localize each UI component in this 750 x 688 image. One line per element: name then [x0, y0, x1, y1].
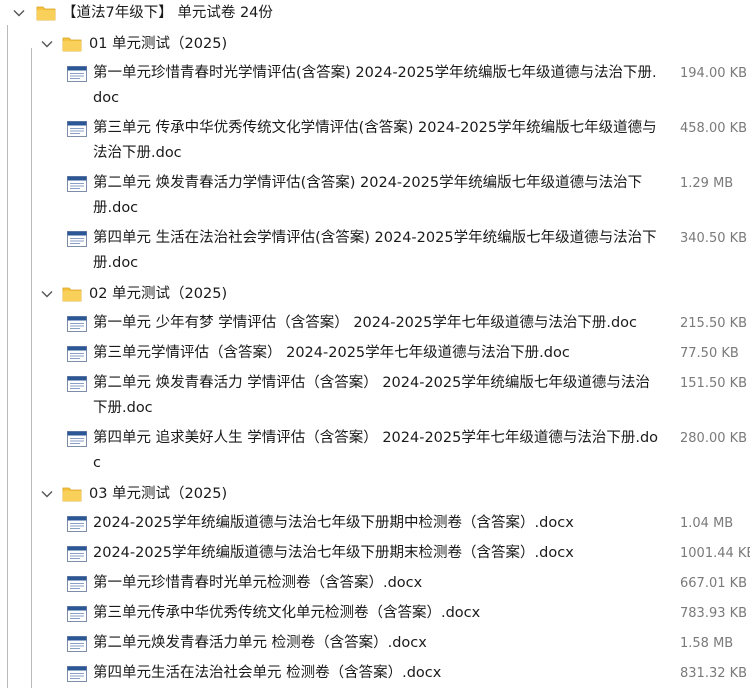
- word-document-icon: [67, 376, 87, 392]
- word-document-icon: [67, 316, 87, 332]
- file-name: 第四单元生活在法治社会单元 检测卷（含答案）.docx: [93, 665, 442, 681]
- word-document-icon: [67, 431, 87, 447]
- file-size: 831.32 KB: [680, 666, 748, 681]
- file-name: 第二单元 焕发青春活力学情评估(含答案) 2024-2025学年统编版七年级道德…: [93, 175, 643, 216]
- root-folder-row[interactable]: 【道法7年级下】 单元试卷 24份: [0, 0, 750, 27]
- word-document-icon: [67, 636, 87, 652]
- file-name: 第三单元 传承中华优秀传统文化学情评估(含答案) 2024-2025学年统编版七…: [93, 120, 657, 161]
- file-size: 458.00 KB: [680, 121, 748, 136]
- file-size: 151.50 KB: [680, 376, 748, 391]
- file-size: 215.50 KB: [680, 316, 748, 331]
- folder-row[interactable]: 03 单元测试（2025): [0, 481, 750, 508]
- file-name: 2024-2025学年统编版道德与法治七年级下册期中检测卷（含答案）.docx: [93, 515, 574, 531]
- chevron-down-icon[interactable]: [40, 287, 54, 301]
- file-row[interactable]: 第二单元 焕发青春活力 学情评估（含答案） 2024-2025学年统编版七年级道…: [0, 371, 750, 421]
- file-row[interactable]: 第三单元学情评估（含答案） 2024-2025学年七年级道德与法治下册.doc …: [0, 341, 750, 368]
- file-name: 第三单元学情评估（含答案） 2024-2025学年七年级道德与法治下册.doc: [93, 345, 570, 361]
- file-name: 2024-2025学年统编版道德与法治七年级下册期末检测卷（含答案）.docx: [93, 545, 574, 561]
- folder-icon: [36, 6, 56, 21]
- file-size: 194.00 KB: [680, 66, 748, 81]
- root-folder-label: 【道法7年级下】 单元试卷 24份: [62, 5, 273, 21]
- file-name: 第一单元珍惜青春时光单元检测卷（含答案）.docx: [93, 575, 423, 591]
- file-size: 667.01 KB: [680, 576, 748, 591]
- word-document-icon: [67, 576, 87, 592]
- file-row[interactable]: 第三单元传承中华优秀传统文化单元检测卷（含答案）.docx 783.93 KB: [0, 601, 750, 628]
- file-row[interactable]: 第四单元 追求美好人生 学情评估（含答案） 2024-2025学年七年级道德与法…: [0, 426, 750, 476]
- word-document-icon: [67, 231, 87, 247]
- word-document-icon: [67, 666, 87, 682]
- word-document-icon: [67, 516, 87, 532]
- folder-icon: [62, 287, 82, 302]
- file-row[interactable]: 第一单元 少年有梦 学情评估（含答案） 2024-2025学年七年级道德与法治下…: [0, 311, 750, 338]
- word-document-icon: [67, 66, 87, 82]
- chevron-down-icon[interactable]: [12, 6, 26, 20]
- file-size: 77.50 KB: [680, 346, 739, 361]
- folder-icon: [62, 487, 82, 502]
- file-name: 第二单元 焕发青春活力 学情评估（含答案） 2024-2025学年统编版七年级道…: [93, 375, 650, 416]
- file-name: 第三单元传承中华优秀传统文化单元检测卷（含答案）.docx: [93, 605, 481, 621]
- file-name: 第一单元 少年有梦 学情评估（含答案） 2024-2025学年七年级道德与法治下…: [93, 315, 638, 331]
- word-document-icon: [67, 606, 87, 622]
- folder-icon: [62, 37, 82, 52]
- chevron-down-icon[interactable]: [40, 37, 54, 51]
- file-row[interactable]: 第四单元 生活在法治社会学情评估(含答案) 2024-2025学年统编版七年级道…: [0, 226, 750, 276]
- folder-label: 01 单元测试（2025): [89, 36, 228, 52]
- file-row[interactable]: 2024-2025学年统编版道德与法治七年级下册期末检测卷（含答案）.docx …: [0, 541, 750, 568]
- chevron-down-icon[interactable]: [40, 487, 54, 501]
- file-row[interactable]: 2024-2025学年统编版道德与法治七年级下册期中检测卷（含答案）.docx …: [0, 511, 750, 538]
- file-size: 1.04 MB: [680, 516, 734, 531]
- file-size: 340.50 KB: [680, 231, 748, 246]
- file-row[interactable]: 第一单元珍惜青春时光学情评估(含答案) 2024-2025学年统编版七年级道德与…: [0, 61, 750, 111]
- file-name: 第四单元 生活在法治社会学情评估(含答案) 2024-2025学年统编版七年级道…: [93, 230, 657, 271]
- file-row[interactable]: 第三单元 传承中华优秀传统文化学情评估(含答案) 2024-2025学年统编版七…: [0, 116, 750, 166]
- file-name: 第一单元珍惜青春时光学情评估(含答案) 2024-2025学年统编版七年级道德与…: [93, 65, 657, 106]
- file-name: 第四单元 追求美好人生 学情评估（含答案） 2024-2025学年七年级道德与法…: [93, 430, 659, 471]
- file-row[interactable]: 第二单元焕发青春活力单元 检测卷（含答案）.docx 1.58 MB: [0, 631, 750, 658]
- word-document-icon: [67, 546, 87, 562]
- folder-label: 02 单元测试（2025): [89, 286, 228, 302]
- folder-row[interactable]: 02 单元测试（2025): [0, 281, 750, 308]
- folder-label: 03 单元测试（2025): [89, 486, 228, 502]
- word-document-icon: [67, 176, 87, 192]
- file-size: 280.00 KB: [680, 431, 748, 446]
- file-name: 第二单元焕发青春活力单元 检测卷（含答案）.docx: [93, 635, 427, 651]
- file-size: 1.58 MB: [680, 636, 734, 651]
- word-document-icon: [67, 346, 87, 362]
- folder-row[interactable]: 01 单元测试（2025): [0, 31, 750, 58]
- file-row[interactable]: 第二单元 焕发青春活力学情评估(含答案) 2024-2025学年统编版七年级道德…: [0, 171, 750, 221]
- file-tree: 【道法7年级下】 单元试卷 24份 01 单元测试（2025) 第一单元珍惜青春…: [0, 0, 750, 688]
- file-row[interactable]: 第四单元生活在法治社会单元 检测卷（含答案）.docx 831.32 KB: [0, 661, 750, 688]
- file-size: 783.93 KB: [680, 606, 748, 621]
- file-size: 1.29 MB: [680, 176, 734, 191]
- word-document-icon: [67, 121, 87, 137]
- file-row[interactable]: 第一单元珍惜青春时光单元检测卷（含答案）.docx 667.01 KB: [0, 571, 750, 598]
- file-size: 1001.44 KB: [680, 546, 750, 561]
